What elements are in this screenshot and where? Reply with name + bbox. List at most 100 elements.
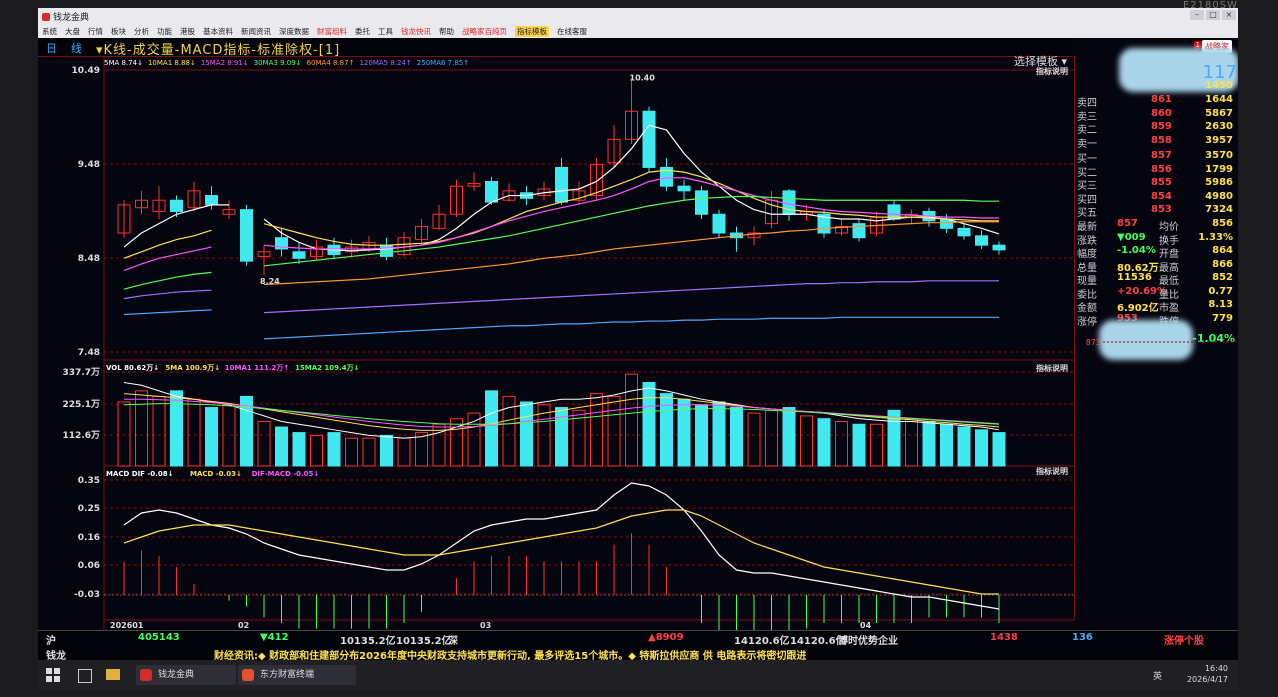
qianlong-app-icon bbox=[140, 669, 152, 681]
macd-axis-label: 0.16 bbox=[78, 533, 100, 543]
volume-bar bbox=[800, 415, 813, 467]
volume-bar bbox=[327, 432, 341, 467]
macd-axis-label: 0.06 bbox=[78, 561, 100, 571]
candle-body bbox=[205, 195, 218, 206]
volume-bar bbox=[310, 434, 323, 467]
volume-bar bbox=[152, 395, 166, 467]
volume-bar bbox=[957, 426, 971, 467]
windows-taskbar: 钱龙金典 东方财富终端 英 16:40 2026/4/17 bbox=[38, 660, 1238, 690]
taskbar-app-eastmoney[interactable]: 东方财富终端 bbox=[238, 665, 356, 685]
volume-legend-item: 5MA 100.9万↓ bbox=[165, 364, 220, 372]
volume-bar bbox=[397, 437, 411, 467]
macd-legend-item: MACD -0.03↓ bbox=[190, 470, 242, 478]
ma10-line bbox=[123, 229, 212, 259]
macd-axis-label: -0.03 bbox=[74, 590, 100, 600]
sh-amount-2: 10135.2亿 bbox=[396, 636, 452, 647]
system-clock[interactable]: 16:40 2026/4/17 bbox=[1187, 663, 1228, 685]
macd-axis-label: 0.25 bbox=[78, 504, 100, 514]
window-controls: – □ × bbox=[1190, 10, 1236, 20]
price-axis-label: 10.49 bbox=[72, 66, 100, 76]
volume-bar bbox=[782, 407, 796, 467]
taskbar-app-label: 东方财富终端 bbox=[260, 670, 315, 680]
ma30-line bbox=[123, 271, 212, 290]
macd-legend-item: MACD DIF -0.08↓ bbox=[106, 470, 173, 478]
candle-body bbox=[170, 199, 183, 212]
macd-legend-item: DIF-MACD -0.05↓ bbox=[252, 470, 320, 478]
quote-panel: 117 1450 卖四 861 1644 卖三 860 5867 卖二 859 2630 卖一 858… bbox=[1074, 48, 1238, 620]
volume-bar bbox=[117, 401, 131, 467]
maximize-button[interactable]: □ bbox=[1206, 10, 1220, 20]
volume-legend-item: 10MA1 111.2万↑ bbox=[225, 364, 289, 372]
candle-body bbox=[485, 180, 498, 203]
macd-axis-label: 0.35 bbox=[78, 476, 100, 486]
volume-bar bbox=[170, 390, 183, 467]
close-button[interactable]: × bbox=[1222, 10, 1236, 20]
ma60-line bbox=[263, 221, 999, 286]
candle-body bbox=[957, 227, 971, 237]
sh-amount: 10135.2亿 bbox=[340, 636, 396, 647]
monitor-bezel: E2180SW 钱龙金典 系统 大盘 行情 板块 分析 功能 港股 基本资料 新闻资讯 深度数据财… bbox=[0, 0, 1278, 697]
volume-bar bbox=[607, 395, 621, 467]
sz-change: ▲8909 bbox=[648, 632, 684, 643]
market-ticker: 沪 405143 ▼412 10135.2亿 10135.2亿深 ▲8909 14120.6… bbox=[38, 630, 1238, 662]
volume-bar bbox=[852, 423, 866, 467]
volume-legend-item: 15MA2 109.4万↓ bbox=[295, 364, 359, 372]
minimize-button[interactable]: – bbox=[1190, 10, 1204, 20]
sh-label: 沪 bbox=[46, 636, 56, 647]
sh-index: 405143 bbox=[138, 632, 180, 643]
candle-body bbox=[380, 244, 393, 257]
volume-bar bbox=[362, 437, 376, 467]
volume-bar bbox=[660, 393, 673, 467]
volume-bar bbox=[275, 426, 288, 467]
volume-bar bbox=[992, 432, 1006, 467]
volume-bar bbox=[712, 401, 726, 467]
volume-bar bbox=[257, 420, 271, 467]
sz-label: 深 bbox=[448, 636, 458, 647]
price-axis-label: 8.48 bbox=[78, 254, 100, 264]
file-explorer-icon[interactable] bbox=[106, 669, 120, 680]
indicator-note-price: 指标说明 bbox=[1036, 66, 1068, 76]
chart-canvas[interactable]: 10.499.488.487.4810.408.24指标说明指标说明指标说明VO… bbox=[38, 8, 1074, 630]
intraday-chart[interactable]: 8738698668628598558522468219746148089873… bbox=[1075, 56, 1238, 346]
volume-bar bbox=[380, 434, 393, 467]
fund-value: 1438 bbox=[990, 632, 1018, 643]
taskbar-app-qianlong[interactable]: 钱龙金典 bbox=[136, 665, 236, 685]
volume-legend-item: VOL 80.62万↓ bbox=[106, 364, 159, 372]
volume-bar bbox=[835, 420, 848, 467]
task-view-icon[interactable] bbox=[78, 669, 92, 683]
candle-body bbox=[555, 166, 568, 203]
high-price-label: 10.40 bbox=[630, 73, 656, 82]
volume-bar bbox=[870, 423, 883, 467]
candle-body bbox=[240, 209, 253, 262]
volume-bar bbox=[730, 407, 743, 467]
volume-bar bbox=[975, 429, 988, 467]
intraday-price-label: 873 bbox=[1086, 338, 1101, 346]
candle-body bbox=[712, 213, 726, 234]
app-screen: 钱龙金典 系统 大盘 行情 板块 分析 功能 港股 基本资料 新闻资讯 深度数据 财富组料 委托 工具钱… bbox=[38, 8, 1238, 690]
windows-start-icon[interactable] bbox=[46, 668, 60, 682]
volume-bar bbox=[940, 423, 953, 467]
fund-value-2: 136 bbox=[1072, 632, 1093, 643]
date-axis-label: 02 bbox=[238, 621, 249, 630]
ma5-line bbox=[263, 124, 1000, 252]
volume-bar bbox=[695, 404, 708, 467]
volume-bar bbox=[520, 401, 533, 467]
candle-body bbox=[975, 235, 988, 246]
indicator-note-macd: 指标说明 bbox=[1036, 466, 1068, 476]
price-axis-label: 7.48 bbox=[78, 348, 100, 358]
volume-axis-label: 337.7万 bbox=[63, 367, 100, 378]
volume-bar bbox=[642, 381, 656, 467]
volume-bar bbox=[345, 437, 358, 467]
clock-time: 16:40 bbox=[1204, 664, 1228, 673]
ma-line-aux bbox=[123, 309, 212, 316]
ma15-line bbox=[123, 246, 212, 272]
volume-bar bbox=[922, 420, 936, 467]
limit-up-link: 涨停个股 bbox=[1164, 636, 1204, 647]
date-axis-label: 04 bbox=[860, 621, 872, 630]
candle-body bbox=[695, 190, 708, 215]
ime-indicator[interactable]: 英 bbox=[1153, 669, 1162, 682]
volume-bar bbox=[135, 390, 148, 467]
volume-bar bbox=[292, 432, 306, 467]
ma-line-aux bbox=[123, 289, 212, 300]
candle-body bbox=[677, 185, 691, 192]
